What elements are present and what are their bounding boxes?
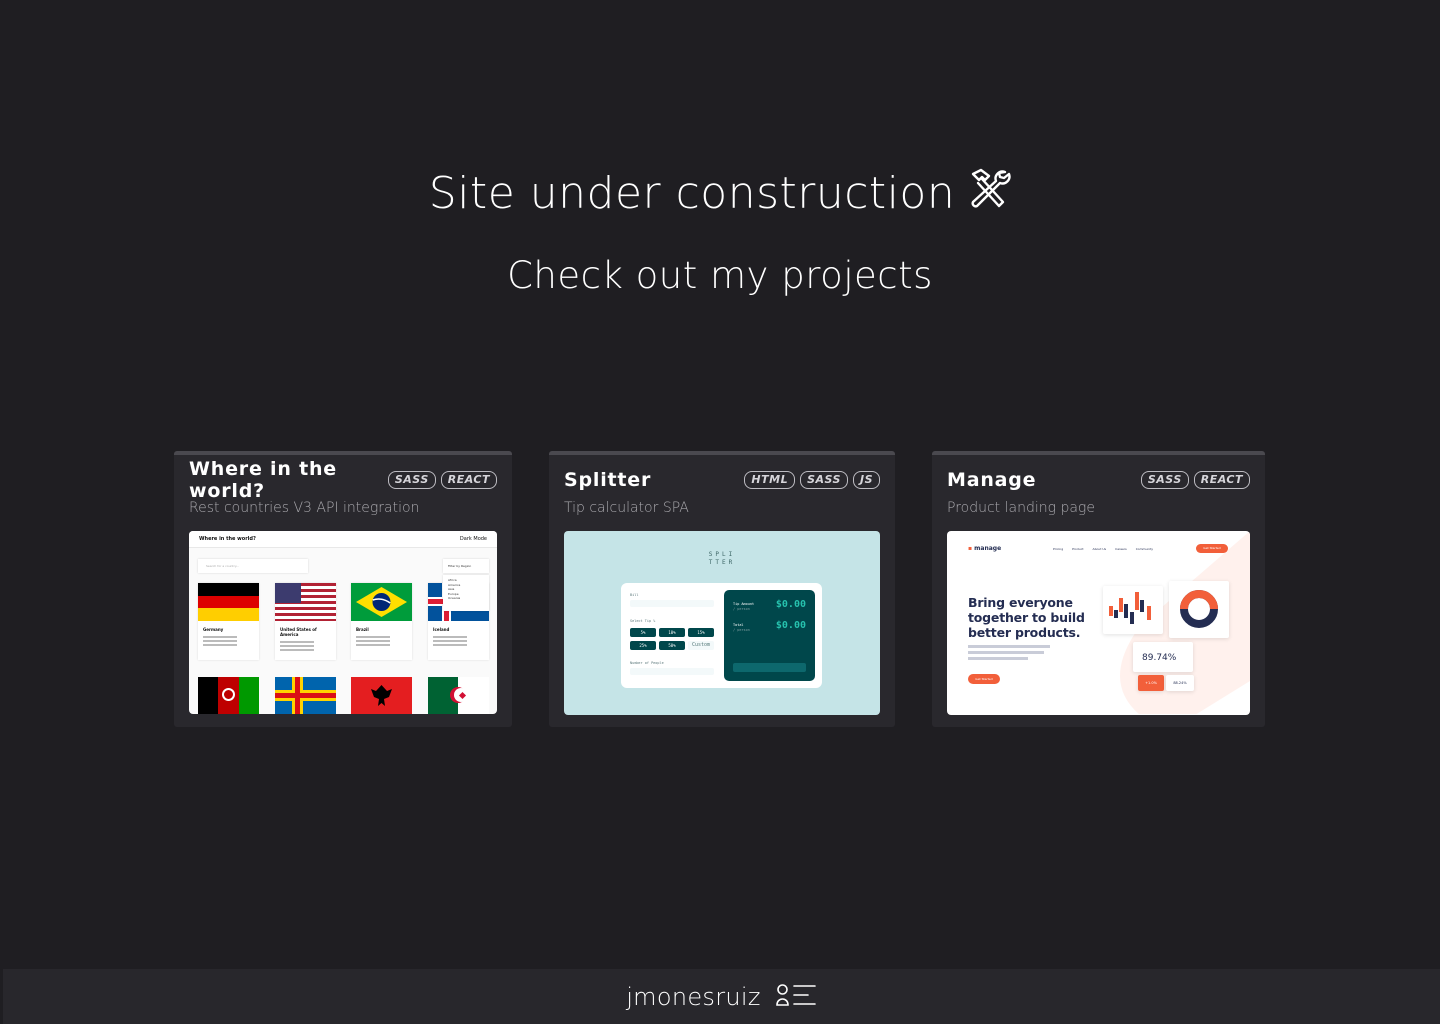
- project-thumbnail[interactable]: ▪ manage Pricing Product About Us Career…: [947, 531, 1250, 715]
- footer-name[interactable]: jmonesruiz: [626, 983, 761, 1011]
- thumb-filter: Filter by Region: [443, 559, 489, 573]
- page-subtitle: Check out my projects: [507, 254, 933, 297]
- project-title: Splitter: [564, 469, 652, 491]
- thumb-country-card: United States of America: [275, 583, 336, 660]
- thumb-custom-tip: Custom: [688, 641, 714, 650]
- thumb-per-person: / person: [733, 607, 750, 611]
- tech-tag: SASS: [800, 471, 848, 489]
- usa-flag: [275, 583, 336, 621]
- thumb-cta: Get Started: [1196, 544, 1228, 553]
- thumb-tip-button: 15%: [688, 628, 714, 637]
- project-title: Manage: [947, 469, 1037, 491]
- thumb-tip-amount-value: $0.00: [775, 599, 806, 610]
- project-card-splitter[interactable]: Splitter HTML SASS JS Tip calculator SPA…: [549, 451, 895, 727]
- thumb-logo-text: manage: [974, 545, 1002, 552]
- thumb-stat-small-b: 88.24%: [1166, 675, 1194, 691]
- thumb-country-card: Brazil: [351, 583, 412, 660]
- thumb-nav-link: Pricing: [1053, 547, 1064, 551]
- thumb-header: Where in the world? Dark Mode: [189, 531, 497, 548]
- thumb-total-value: $0.00: [775, 620, 806, 631]
- thumb-bar-widget: [1103, 586, 1163, 634]
- project-thumbnail[interactable]: Where in the world? Dark Mode Search for…: [189, 531, 497, 714]
- thumb-stat-small-a: +1.0%: [1138, 675, 1164, 691]
- thumb-country-name: United States of America: [280, 627, 317, 637]
- thumb-stat-main: 89.74%: [1133, 642, 1193, 672]
- thumb-total-label: Total: [733, 623, 744, 627]
- thumb-bill-label: Bill: [630, 593, 639, 597]
- thumb-people-label: Number of People: [630, 661, 664, 665]
- thumb-nav-link: Product: [1072, 547, 1084, 551]
- thumb-country-name: Brazil: [356, 627, 369, 632]
- project-description: Rest countries V3 API integration: [189, 500, 420, 516]
- thumb-tip-button: 25%: [630, 641, 656, 650]
- thumb-logo-line: TTER: [708, 559, 736, 566]
- thumb-nav-link: Careers: [1115, 547, 1127, 551]
- thumb-region: Oceania: [448, 596, 461, 600]
- thumb-region-dropdown: Africa America Asia Europe Oceania: [443, 575, 489, 611]
- thumb-search: Search for a country...: [198, 559, 308, 573]
- tech-tag: SASS: [387, 471, 436, 489]
- thumb-nav-link: Community: [1135, 547, 1154, 551]
- thumb-tip-button: 5%: [630, 628, 656, 637]
- tech-tag: HTML: [744, 471, 796, 489]
- footer: jmonesruiz: [3, 969, 1440, 1024]
- thumb-logo: SPLI TTER: [564, 551, 880, 567]
- thumb-country-name: Germany: [203, 627, 224, 632]
- project-description: Product landing page: [947, 500, 1095, 516]
- thumb-country-card: Germany: [198, 583, 259, 660]
- thumb-logo-line: SPLI: [708, 551, 736, 558]
- project-card-manage[interactable]: Manage SASS REACT Product landing page ▪…: [932, 451, 1265, 727]
- thumb-get-started: Get Started: [968, 674, 1000, 684]
- thumb-donut-widget: [1169, 581, 1229, 638]
- thumb-nav-links: Pricing Product About Us Careers Communi…: [1053, 547, 1153, 551]
- thumb-headline: Bring everyone together to build better …: [968, 595, 1085, 640]
- tech-tags: SASS REACT: [1140, 471, 1250, 489]
- albania-flag: [351, 677, 412, 714]
- project-title: Where in the world?: [189, 458, 337, 502]
- person-menu-icon[interactable]: [775, 983, 817, 1011]
- thumb-tip-button: 10%: [659, 628, 685, 637]
- thumb-app-title: Where in the world?: [199, 536, 256, 542]
- afghanistan-flag: [198, 677, 259, 714]
- tech-tags: SASS REACT: [387, 471, 497, 489]
- page-title: Site under construction: [0, 168, 1440, 219]
- project-thumbnail[interactable]: SPLI TTER Bill Select Tip % 5% 10% 15% 2…: [564, 531, 880, 715]
- thumb-dark-mode: Dark Mode: [459, 536, 487, 542]
- algeria-flag: [428, 677, 489, 714]
- thumb-logo: ▪ manage: [968, 545, 1002, 552]
- page-title-text: Site under construction: [428, 168, 956, 219]
- thumb-tip-amount-label: Tip Amount: [733, 602, 755, 606]
- project-description: Tip calculator SPA: [564, 500, 689, 516]
- tech-tag: JS: [852, 471, 880, 489]
- thumb-result-panel: Tip Amount / person $0.00 Total / person…: [724, 590, 815, 681]
- thumb-per-person: / person: [733, 628, 750, 632]
- germany-flag: [198, 583, 259, 621]
- tech-tag: REACT: [440, 471, 497, 489]
- aland-flag: [275, 677, 336, 714]
- project-card-where-in-the-world[interactable]: Where in the world? SASS REACT Rest coun…: [174, 451, 512, 727]
- thumb-tip-label: Select Tip %: [630, 619, 656, 623]
- thumb-country-name: Iceland: [433, 627, 450, 632]
- hammer-and-wrench-icon: [967, 168, 1011, 219]
- tech-tag: SASS: [1140, 471, 1189, 489]
- thumb-reset-button: [733, 663, 806, 672]
- brazil-flag: [351, 583, 412, 621]
- thumb-tip-button: 50%: [659, 641, 685, 650]
- tech-tags: HTML SASS JS: [744, 471, 880, 489]
- thumb-nav-link: About Us: [1092, 547, 1107, 551]
- tech-tag: REACT: [1193, 471, 1250, 489]
